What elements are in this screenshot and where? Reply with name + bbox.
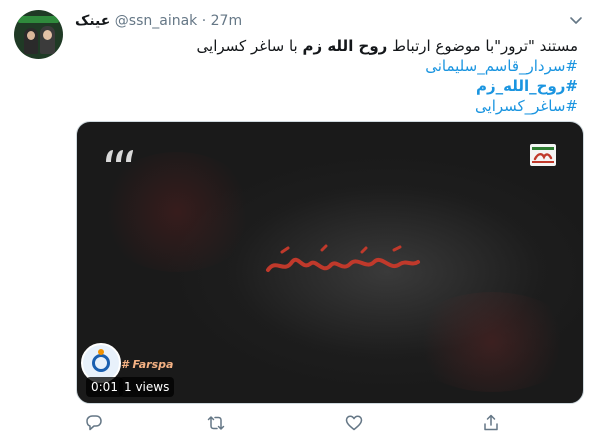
avatar-face-left: [27, 31, 35, 40]
avatar-face-right: [43, 30, 52, 40]
heart-icon[interactable]: [344, 413, 364, 433]
video-frame-accent: [407, 292, 577, 392]
video-frame-accent: [97, 152, 257, 272]
reply-icon[interactable]: [84, 413, 104, 433]
channel-badge-dot: [98, 349, 104, 355]
hashtag-link[interactable]: #سردار_قاسم_سلیمانی: [73, 56, 578, 76]
retweet-icon[interactable]: [206, 413, 226, 433]
avatar[interactable]: [14, 10, 63, 59]
text-bold: روح الله زم: [302, 37, 388, 55]
video-views: 1 views: [119, 377, 175, 397]
avatar-banner: [18, 16, 59, 23]
chevron-down-icon[interactable]: [568, 12, 584, 28]
tweet-text-line: مستند "ترور"با موضوع ارتباط روح الله زم …: [73, 36, 578, 56]
display-name[interactable]: عینک: [75, 13, 110, 29]
video-player[interactable]: # Farspa 0:01 1 views: [76, 121, 584, 404]
channel-label: # Farspa: [121, 358, 174, 371]
share-icon[interactable]: [481, 413, 501, 433]
text-segment: مستند "ترور"با موضوع ارتباط: [387, 37, 578, 55]
separator: ·: [201, 13, 207, 29]
tweet-text: مستند "ترور"با موضوع ارتباط روح الله زم …: [73, 36, 578, 116]
hashtag-link[interactable]: #روح_الله_زم: [73, 76, 578, 96]
brand-sticker: [530, 144, 556, 166]
video-title-art: [266, 244, 420, 272]
user-handle[interactable]: @ssn_ainak: [115, 13, 198, 29]
timestamp[interactable]: 27m: [211, 13, 242, 29]
video-duration: 0:01: [86, 377, 123, 397]
tweet-header: عینک @ssn_ainak · 27m: [75, 12, 242, 30]
tweet-actions: [0, 413, 598, 433]
channel3-logo: [106, 150, 133, 162]
hashtag-link[interactable]: #ساغر_کسرایی: [73, 96, 578, 116]
tweet-card[interactable]: عینک @ssn_ainak · 27m مستند "ترور"با موض…: [0, 0, 598, 442]
channel-badge-ring: [92, 354, 110, 372]
text-segment-end: با ساغر کسرایی: [196, 37, 303, 55]
